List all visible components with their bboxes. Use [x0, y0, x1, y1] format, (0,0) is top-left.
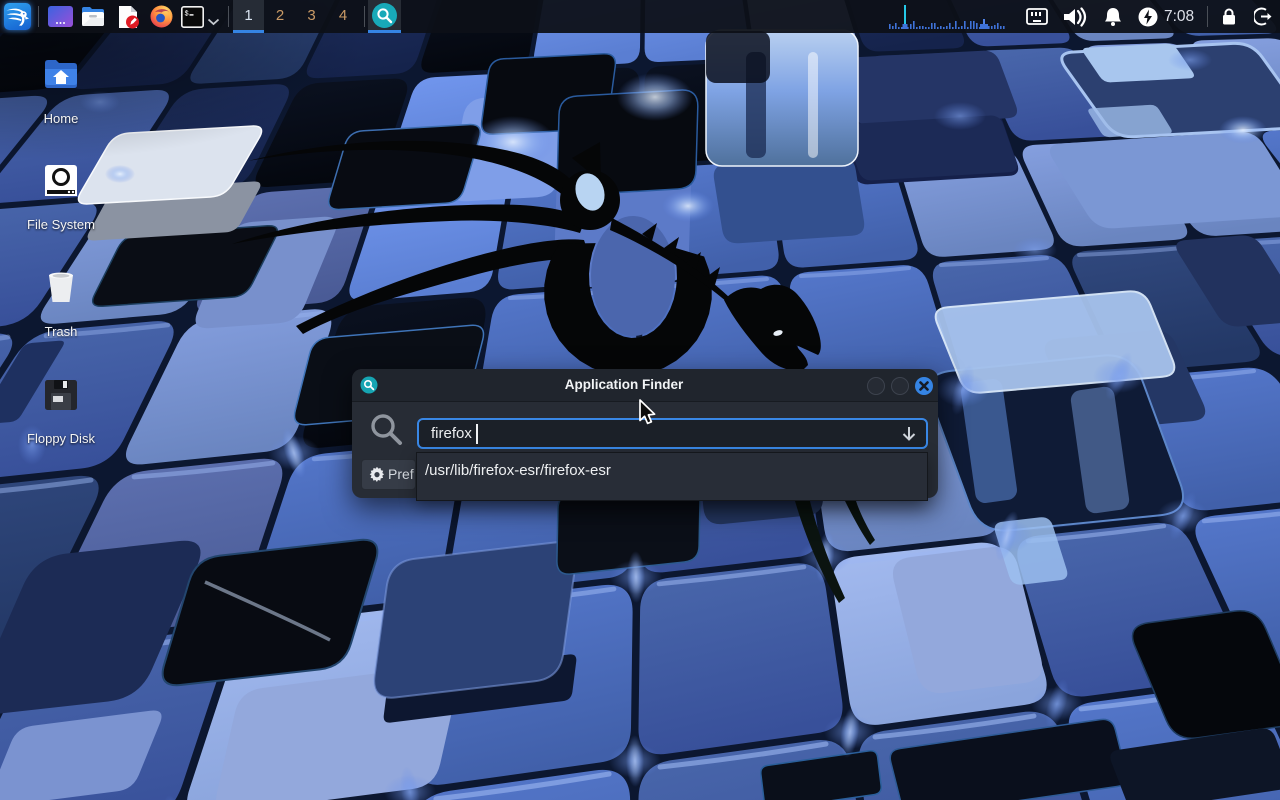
svg-text:$: $ [185, 11, 189, 19]
